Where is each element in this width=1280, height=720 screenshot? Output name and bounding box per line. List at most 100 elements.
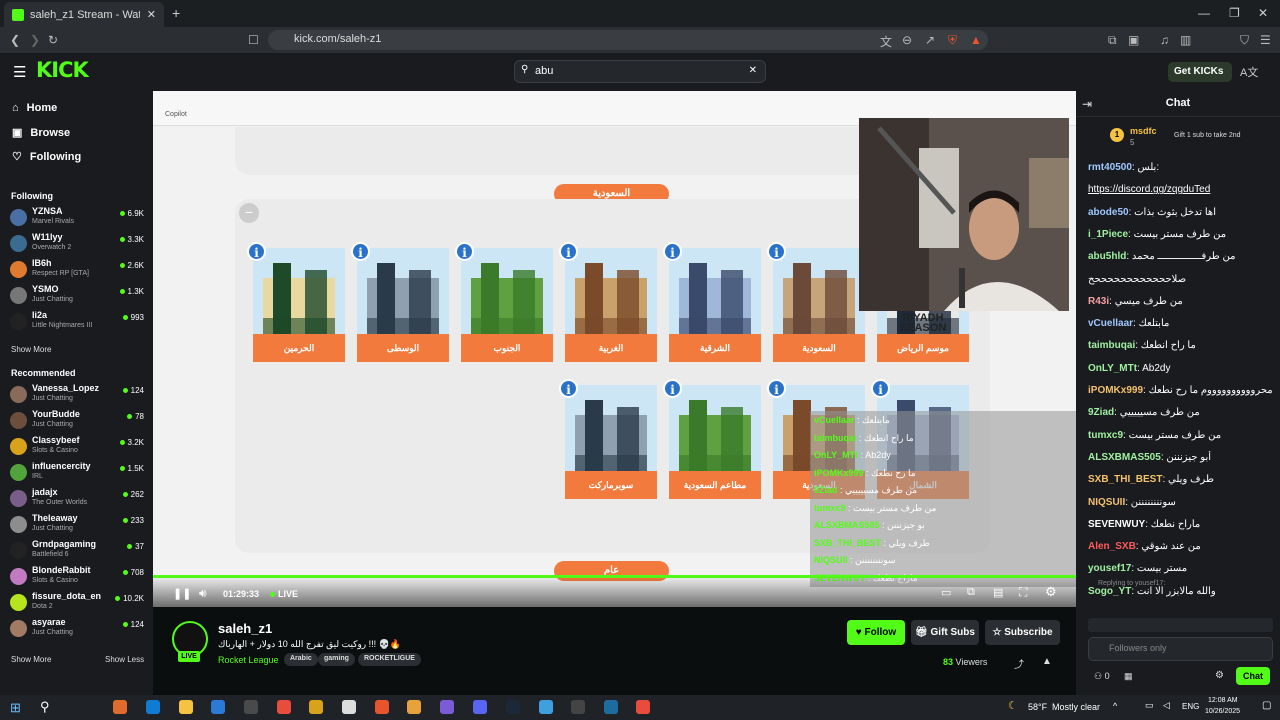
show-more-following[interactable]: Show More — [11, 345, 51, 354]
category-card[interactable]: سوبرماركت i — [559, 379, 657, 499]
store-icon[interactable]: ▦ — [1124, 671, 1133, 682]
channel-item[interactable]: IB6h Respect RP [GTA] 2.6K — [8, 258, 148, 284]
channel-item[interactable]: li2a Little Nightmares III 993 — [8, 310, 148, 336]
pause-icon[interactable]: ❚❚ — [173, 587, 191, 600]
chat-settings-icon[interactable]: ⚙ — [1215, 670, 1224, 681]
info-icon[interactable]: i — [247, 242, 266, 261]
start-icon[interactable]: ⊞ — [10, 700, 21, 716]
chat-message[interactable]: SEVENWUY: ماراح نطعك — [1088, 518, 1273, 531]
chat-message[interactable]: R43i: من طرف ميسي — [1088, 295, 1273, 308]
chat-message[interactable]: abu5hld: من طرفـــــــــــــــ محمد — [1088, 250, 1273, 263]
stream-video[interactable]: Copilot السعودية − موسم الرياضiالسعوديةi… — [153, 91, 1076, 607]
channel-item[interactable]: fissure_dota_en Dota 2 10.2K — [8, 591, 148, 617]
steam-icon[interactable] — [506, 700, 520, 714]
clear-search-icon[interactable]: ✕ — [749, 65, 757, 76]
get-kicks-button[interactable]: Get KICKs — [1168, 62, 1232, 82]
chat-message[interactable]: 9Ziad: من طرف مسيييييي — [1088, 406, 1273, 419]
gift-subs-button[interactable]: 🎁︎ Gift Subs — [911, 620, 979, 645]
edge-icon[interactable] — [146, 700, 160, 714]
region-card[interactable]: السعودية i — [767, 242, 865, 362]
channel-item[interactable]: jadajx The Outer Worlds 262 — [8, 487, 148, 513]
share-icon[interactable]: ↗ — [925, 33, 935, 47]
report-icon[interactable]: ▲ — [1042, 656, 1052, 667]
hamburger-icon[interactable]: ☰ — [13, 63, 26, 81]
settings-icon[interactable]: ⚙ — [1045, 584, 1057, 600]
chat-username[interactable]: ALSXBMAS505 — [1088, 452, 1161, 463]
follow-button[interactable]: ♥ Follow — [847, 620, 905, 645]
clock-date[interactable]: 10/26/2025 — [1205, 708, 1240, 715]
zoom-icon[interactable]: ⊖ — [902, 33, 912, 47]
chat-message[interactable]: SXB_THI_BEST: طرف ويلي — [1088, 473, 1273, 486]
chat-username[interactable]: vCuellaar — [1088, 318, 1133, 329]
chat-message[interactable]: iPOMKx999: محرووووووووووم ما رح نطعك — [1088, 384, 1273, 397]
chat-username[interactable]: tumxc9 — [1088, 430, 1123, 441]
chat-message[interactable]: vCuellaar: مابتلعك — [1088, 317, 1273, 330]
channel-item[interactable]: W11lyy Overwatch 2 3.3K — [8, 232, 148, 258]
gift-promo-text[interactable]: Gift 1 sub to take 2nd — [1174, 132, 1241, 139]
media-icon[interactable]: ♫ — [1160, 33, 1169, 47]
collapse-icon[interactable]: − — [239, 203, 259, 223]
back-icon[interactable]: ❮ — [10, 33, 20, 47]
notepad-icon[interactable] — [604, 700, 618, 714]
region-card[interactable]: الجنوب i — [455, 242, 553, 362]
channel-item[interactable]: BlondeRabbit Slots & Casino 708 — [8, 565, 148, 591]
new-tab-icon[interactable]: + — [172, 5, 180, 21]
app-icon[interactable] — [440, 700, 454, 714]
brave-rewards-icon[interactable]: ▲ — [970, 33, 982, 47]
tag-rocketligue[interactable]: ROCKETLIGUE — [358, 653, 421, 666]
info-icon[interactable]: i — [455, 242, 474, 261]
chat-username[interactable]: taimbuqai — [1088, 340, 1135, 351]
notification-icon[interactable]: ▢ — [1262, 700, 1271, 711]
pip-icon[interactable]: ⧉ — [967, 586, 975, 599]
weather-temp[interactable]: 58°F — [1028, 702, 1047, 712]
chat-message[interactable]: صلاححححححححححححح — [1088, 273, 1273, 286]
wallet-icon[interactable]: ▣ — [1128, 33, 1139, 47]
bookmark-icon[interactable]: ☐ — [248, 33, 259, 47]
channel-item[interactable]: asyarae Just Chatting 124 — [8, 617, 148, 643]
chat-username[interactable]: R43i — [1088, 296, 1109, 307]
vpn-icon[interactable]: ⛉ — [1240, 33, 1249, 48]
close-tab-icon[interactable]: ✕ — [147, 8, 156, 21]
store-icon[interactable] — [211, 700, 225, 714]
chat-username[interactable]: abode50 — [1088, 207, 1129, 218]
region-card[interactable]: الغربية i — [559, 242, 657, 362]
subscribe-button[interactable]: ☆ Subscribe — [985, 620, 1060, 645]
chat-message[interactable]: yousef17: مستر بيست — [1088, 562, 1273, 575]
tag-arabic[interactable]: Arabic — [284, 653, 318, 666]
translate-icon[interactable]: 文 — [880, 33, 892, 50]
chat-message[interactable]: tumxc9: من طرف مستر بيست — [1088, 429, 1273, 442]
chrome-2-icon[interactable] — [636, 700, 650, 714]
maximize-icon[interactable]: ❐ — [1229, 6, 1240, 20]
tag-gaming[interactable]: gaming — [318, 653, 355, 666]
browser-tab[interactable]: saleh_z1 Stream - Watch Live ✕ — [4, 2, 164, 27]
terminal-icon[interactable] — [342, 700, 356, 714]
share-channel-icon[interactable]: ⤴ — [1014, 656, 1024, 671]
chat-username[interactable]: 9Ziad — [1088, 407, 1114, 418]
info-icon[interactable]: i — [871, 379, 890, 398]
show-less-recommended[interactable]: Show Less — [105, 655, 144, 664]
translate-toggle-icon[interactable]: A文 — [1240, 64, 1258, 80]
ea-icon[interactable] — [539, 700, 553, 714]
language-indicator[interactable]: ENG — [1182, 702, 1199, 711]
channel-item[interactable]: Theleaway Just Chatting 233 — [8, 513, 148, 539]
brave-shield-icon[interactable]: ⛨ — [948, 33, 957, 48]
volume-icon[interactable]: 🔊︎ — [199, 586, 207, 601]
top-gifter-name[interactable]: msdfc — [1130, 126, 1157, 136]
chat-username[interactable]: SEVENWUY — [1088, 519, 1145, 530]
channel-item[interactable]: YSMO Just Chatting 1.3K — [8, 284, 148, 310]
nav-item-browse[interactable]: ▣ Browse — [12, 126, 70, 139]
chat-username[interactable]: rmt40500 — [1088, 162, 1132, 173]
chat-username[interactable]: Alen_SXB — [1088, 541, 1136, 552]
obs-icon[interactable] — [375, 700, 389, 714]
info-icon[interactable]: i — [663, 379, 682, 398]
chat-message[interactable]: taimbuqai: ما راح انطعك — [1088, 339, 1273, 352]
files-app-icon[interactable] — [113, 700, 127, 714]
region-card[interactable]: الوسطى i — [351, 242, 449, 362]
theater-mode-icon[interactable]: ▭ — [941, 586, 951, 599]
channel-item[interactable]: Classybeef Slots & Casino 3.2K — [8, 435, 148, 461]
channel-item[interactable]: Vanessa_Lopez Just Chatting 124 — [8, 383, 148, 409]
chat-message[interactable]: rmt40500: بلس: — [1088, 161, 1273, 174]
reload-icon[interactable]: ↻ — [48, 33, 58, 47]
chat-message[interactable]: ALSXBMAS505: أبو جيزنننن — [1088, 451, 1273, 464]
chat-message[interactable]: i_1Piece: من طرف مستر بيست — [1088, 228, 1273, 241]
